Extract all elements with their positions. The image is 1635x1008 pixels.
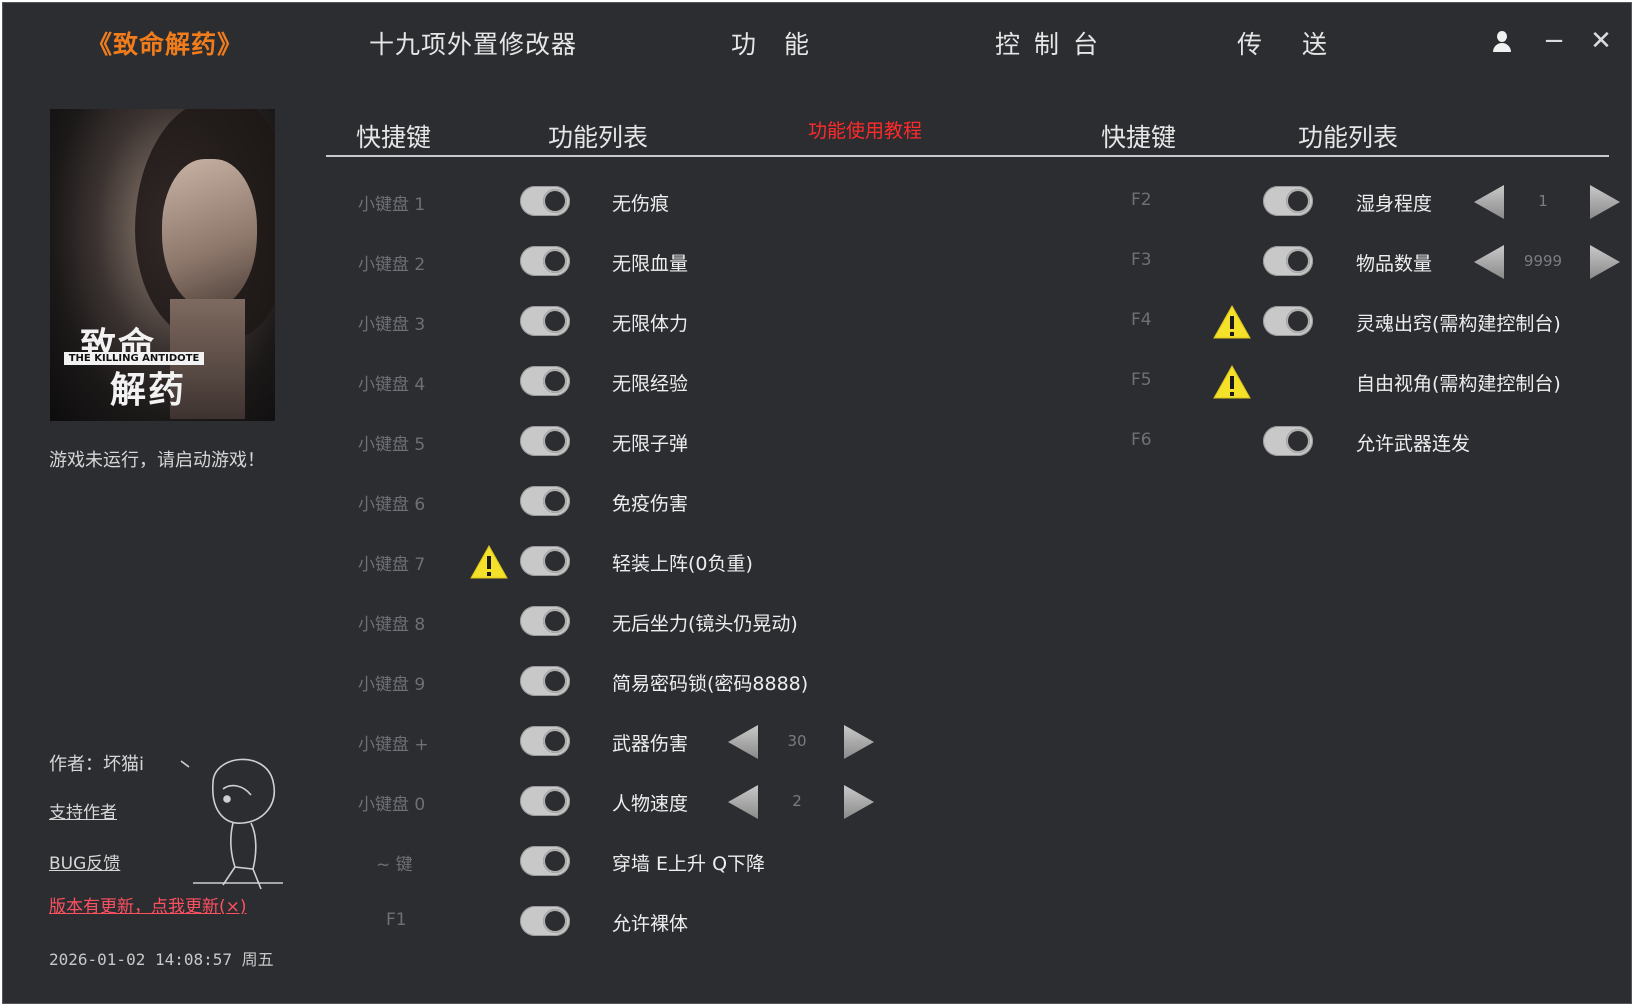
minimize-button[interactable]: − xyxy=(1540,27,1568,55)
update-link[interactable]: 版本有更新，点我更新(×) xyxy=(49,892,247,917)
decrease-arrow-icon[interactable] xyxy=(1471,183,1507,221)
increase-arrow-icon[interactable] xyxy=(1587,243,1623,281)
feature-label: 无限子弹 xyxy=(612,433,689,455)
feature-label: 湿身程度 xyxy=(1356,193,1433,215)
feature-toggle[interactable] xyxy=(520,486,570,516)
hotkey-label: 小键盘 1 xyxy=(358,195,426,215)
feature-toggle[interactable] xyxy=(520,726,570,756)
feature-label: 人物速度 xyxy=(612,793,689,815)
decrease-arrow-icon[interactable] xyxy=(725,783,761,821)
hotkey-label: 小键盘 3 xyxy=(358,315,426,335)
tab-tutorial[interactable]: 功能使用教程 xyxy=(808,116,922,143)
feature-toggle[interactable] xyxy=(520,306,570,336)
tab-hotkey-left[interactable]: 快捷键 xyxy=(356,118,431,154)
game-cover-image: 致命 THE KILLING ANTIDOTE 解药 xyxy=(50,109,275,421)
tab-divider xyxy=(326,155,1609,157)
nav-teleport[interactable]: 传送 xyxy=(1237,25,1367,61)
feature-toggle[interactable] xyxy=(520,906,570,936)
hotkey-label: 小键盘 5 xyxy=(358,435,426,455)
warning-icon xyxy=(1213,304,1251,339)
author-text: 作者：坏猫i xyxy=(49,754,145,775)
bug-report-link[interactable]: BUG反馈 xyxy=(49,849,120,874)
feature-label: 物品数量 xyxy=(1356,253,1433,275)
nav-console[interactable]: 控制台 xyxy=(995,25,1112,61)
feature-toggle[interactable] xyxy=(520,846,570,876)
feature-label: 穿墙 E上升 Q下降 xyxy=(612,853,766,875)
feature-toggle[interactable] xyxy=(1263,246,1313,276)
value-display: 9999 xyxy=(1523,252,1563,270)
cover-title-bottom: 解药 xyxy=(110,370,187,411)
decrease-arrow-icon[interactable] xyxy=(1471,243,1507,281)
hotkey-label: 小键盘 8 xyxy=(358,615,426,635)
tab-features-right[interactable]: 功能列表 xyxy=(1298,118,1398,154)
value-display: 30 xyxy=(787,732,807,750)
increase-arrow-icon[interactable] xyxy=(841,783,877,821)
feature-toggle[interactable] xyxy=(1263,426,1313,456)
feature-label: 无限经验 xyxy=(612,373,689,395)
feature-label: 免疫伤害 xyxy=(612,493,689,515)
close-button[interactable]: ✕ xyxy=(1587,27,1615,55)
hotkey-label: 小键盘 2 xyxy=(358,255,426,275)
hotkey-label: F5 xyxy=(1131,370,1152,390)
hotkey-label: F1 xyxy=(386,910,407,930)
feature-label: 允许武器连发 xyxy=(1356,433,1471,455)
feature-label: 简易密码锁(密码8888) xyxy=(612,673,809,695)
hotkey-label: F3 xyxy=(1131,250,1152,270)
increase-arrow-icon[interactable] xyxy=(841,723,877,761)
hotkey-label: F4 xyxy=(1131,310,1152,330)
feature-label: 无限血量 xyxy=(612,253,689,275)
feature-label: 武器伤害 xyxy=(612,733,689,755)
feature-toggle[interactable] xyxy=(520,186,570,216)
feature-toggle[interactable] xyxy=(520,426,570,456)
tab-features-left[interactable]: 功能列表 xyxy=(548,118,648,154)
datetime-display: 2026-01-02 14:08:57 周五 xyxy=(49,950,274,969)
app-title: 十九项外置修改器 xyxy=(369,30,578,59)
value-display: 1 xyxy=(1538,192,1548,210)
hotkey-label: F6 xyxy=(1131,430,1152,450)
feature-toggle[interactable] xyxy=(520,666,570,696)
support-author-link[interactable]: 支持作者 xyxy=(49,798,117,823)
value-display: 2 xyxy=(792,792,802,810)
feature-toggle[interactable] xyxy=(520,786,570,816)
hotkey-label: ~ 键 xyxy=(376,855,413,875)
tab-hotkey-right[interactable]: 快捷键 xyxy=(1101,118,1176,154)
hotkey-label: 小键盘 7 xyxy=(358,555,426,575)
chibi-mascot-icon xyxy=(180,758,283,890)
hotkey-label: 小键盘 9 xyxy=(358,675,426,695)
feature-toggle[interactable] xyxy=(520,246,570,276)
feature-label: 轻装上阵(0负重) xyxy=(612,553,753,575)
game-title: 《致命解药》 xyxy=(87,30,244,59)
increase-arrow-icon[interactable] xyxy=(1587,183,1623,221)
feature-toggle[interactable] xyxy=(520,606,570,636)
warning-icon xyxy=(1213,364,1251,399)
game-status-text: 游戏未运行，请启动游戏！ xyxy=(49,450,265,471)
feature-toggle[interactable] xyxy=(520,546,570,576)
decrease-arrow-icon[interactable] xyxy=(725,723,761,761)
title-bar: 《致命解药》 十九项外置修改器 功能 控制台 传送 − ✕ xyxy=(3,3,1631,87)
feature-toggle[interactable] xyxy=(1263,186,1313,216)
feature-label: 自由视角(需构建控制台) xyxy=(1356,373,1561,395)
feature-toggle[interactable] xyxy=(1263,306,1313,336)
feature-label: 无伤痕 xyxy=(612,193,670,215)
feature-label: 灵魂出窍(需构建控制台) xyxy=(1356,313,1561,335)
hotkey-label: F2 xyxy=(1131,190,1152,210)
nav-features[interactable]: 功能 xyxy=(731,25,837,61)
user-icon[interactable] xyxy=(1491,31,1513,53)
feature-label: 无后坐力(镜头仍晃动) xyxy=(612,613,798,635)
trainer-window: 《致命解药》 十九项外置修改器 功能 控制台 传送 − ✕ 致命 THE KIL… xyxy=(2,2,1632,1004)
hotkey-label: 小键盘 6 xyxy=(358,495,426,515)
hotkey-label: 小键盘 0 xyxy=(358,795,426,815)
feature-label: 无限体力 xyxy=(612,313,689,335)
feature-label: 允许裸体 xyxy=(612,913,689,935)
feature-toggle[interactable] xyxy=(520,366,570,396)
hotkey-label: 小键盘 + xyxy=(358,735,429,755)
warning-icon xyxy=(470,544,508,579)
hotkey-label: 小键盘 4 xyxy=(358,375,426,395)
